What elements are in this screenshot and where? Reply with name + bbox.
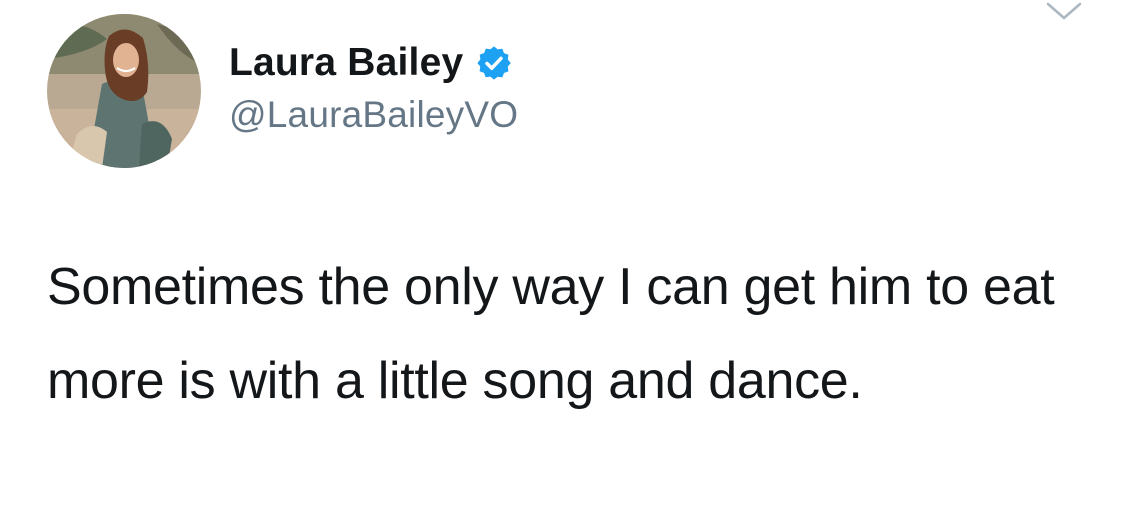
user-handle[interactable]: @LauraBaileyVO [229, 94, 518, 136]
author-name-row: Laura Bailey [229, 37, 513, 89]
verified-badge-icon [475, 44, 513, 82]
avatar[interactable] [47, 14, 201, 168]
avatar-image [47, 14, 201, 168]
tweet-text: Sometimes the only way I can get him to … [47, 258, 1055, 410]
display-name[interactable]: Laura Bailey [229, 41, 463, 85]
tweet-card: Laura Bailey @LauraBaileyVO Sometimes th… [0, 0, 1125, 529]
chevron-down-icon[interactable] [1046, 0, 1082, 24]
